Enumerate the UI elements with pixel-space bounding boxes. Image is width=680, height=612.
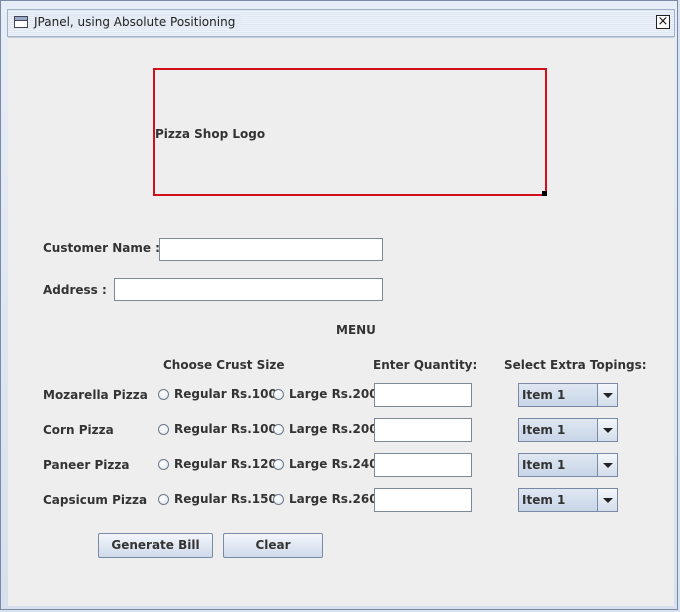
- logo-box: Pizza Shop Logo: [153, 68, 547, 196]
- radio-circle-icon: [158, 459, 169, 470]
- menu-heading: MENU: [336, 323, 376, 337]
- regular-price-label: Regular Rs.100: [174, 422, 277, 436]
- address-label: Address :: [43, 283, 107, 297]
- regular-price-label: Regular Rs.100: [174, 387, 277, 401]
- radio-circle-icon: [158, 424, 169, 435]
- radio-circle-icon: [273, 459, 284, 470]
- topping-selected-value: Item 1: [522, 388, 566, 402]
- pizza-name: Paneer Pizza: [43, 458, 130, 472]
- pizza-name: Corn Pizza: [43, 423, 114, 437]
- crust-size-header: Choose Crust Size: [163, 358, 285, 372]
- quantity-header: Enter Quantity:: [373, 358, 478, 372]
- radio-circle-icon: [273, 389, 284, 400]
- regular-price-label: Regular Rs.120: [174, 457, 277, 471]
- large-price-label: Large Rs.200: [289, 387, 378, 401]
- topping-select[interactable]: Item 1: [518, 488, 618, 512]
- radio-circle-icon: [158, 389, 169, 400]
- chevron-down-icon[interactable]: [597, 489, 617, 511]
- address-input[interactable]: [114, 278, 383, 301]
- window-title: JPanel, using Absolute Positioning: [34, 15, 242, 29]
- close-button[interactable]: ×: [656, 15, 670, 29]
- quantity-input[interactable]: [374, 453, 472, 477]
- large-price-label: Large Rs.260: [289, 492, 378, 506]
- window-icon: [14, 16, 28, 28]
- regular-price-label: Regular Rs.150: [174, 492, 277, 506]
- chevron-down-icon[interactable]: [597, 384, 617, 406]
- pizza-name: Capsicum Pizza: [43, 493, 148, 507]
- quantity-input[interactable]: [374, 383, 472, 407]
- resize-handle-icon: [542, 191, 547, 196]
- radio-circle-icon: [273, 424, 284, 435]
- large-price-label: Large Rs.240: [289, 457, 378, 471]
- quantity-input[interactable]: [374, 418, 472, 442]
- toppings-header: Select Extra Topings:: [504, 358, 647, 372]
- chevron-down-icon[interactable]: [597, 419, 617, 441]
- main-panel: Pizza Shop Logo Customer Name : Address …: [8, 37, 674, 606]
- topping-selected-value: Item 1: [522, 493, 566, 507]
- topping-select[interactable]: Item 1: [518, 418, 618, 442]
- topping-select[interactable]: Item 1: [518, 453, 618, 477]
- quantity-input[interactable]: [374, 488, 472, 512]
- radio-circle-icon: [158, 494, 169, 505]
- large-price-label: Large Rs.200: [289, 422, 378, 436]
- topping-select[interactable]: Item 1: [518, 383, 618, 407]
- chevron-down-icon[interactable]: [597, 454, 617, 476]
- customer-name-label: Customer Name :: [43, 241, 160, 255]
- clear-button[interactable]: Clear: [223, 533, 323, 558]
- radio-circle-icon: [273, 494, 284, 505]
- topping-selected-value: Item 1: [522, 458, 566, 472]
- topping-selected-value: Item 1: [522, 423, 566, 437]
- title-bar[interactable]: JPanel, using Absolute Positioning ×: [7, 9, 675, 37]
- pizza-name: Mozarella Pizza: [43, 388, 148, 402]
- logo-label: Pizza Shop Logo: [155, 127, 266, 141]
- generate-bill-button[interactable]: Generate Bill: [98, 533, 213, 558]
- customer-name-input[interactable]: [159, 238, 383, 261]
- app-window: JPanel, using Absolute Positioning × Piz…: [0, 0, 678, 610]
